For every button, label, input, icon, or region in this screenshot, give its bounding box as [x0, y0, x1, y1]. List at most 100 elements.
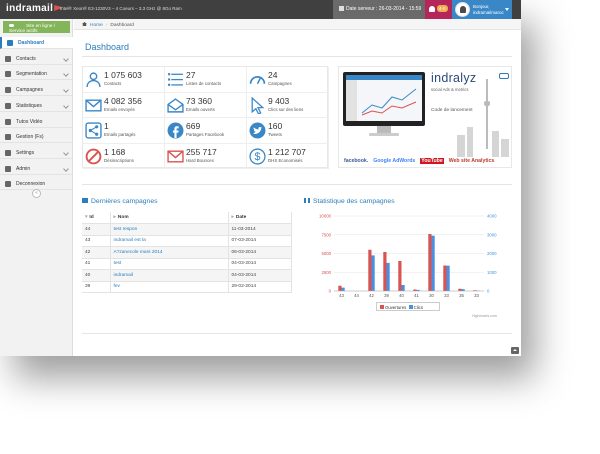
- stat-label: Clics sur des liens: [268, 106, 304, 112]
- y-tick-right: 0: [487, 289, 490, 294]
- cell-name-link[interactable]: test: [110, 258, 229, 270]
- table-row[interactable]: 42 A?zanecole mars 2014 06-03-2014: [82, 246, 292, 259]
- stat-value: 4 082 356: [104, 95, 142, 106]
- bar-clics: [371, 255, 375, 291]
- sidebar-item-segmentation[interactable]: Segmentation: [0, 68, 73, 81]
- column-id[interactable]: ▾ Id: [82, 212, 111, 224]
- cell-id: 43: [82, 235, 111, 247]
- stat-emails-ouverts[interactable]: 73 360 Emails ouverts: [165, 92, 247, 118]
- divider: [82, 333, 512, 334]
- stat-value: 1 212 707: [268, 146, 306, 157]
- user-menu[interactable]: Bonjour, indramailmaroc: [452, 0, 512, 19]
- sidebar-item-campagnes[interactable]: Campagnes: [0, 84, 73, 97]
- share-icon: [85, 122, 102, 139]
- site-status-badge[interactable]: Site en ligne / Service actifs: [3, 21, 70, 34]
- promo-brand: indralyz: [431, 71, 477, 85]
- app-window: indramail Intel® Xeon® E3-1230V3 – 4 Coe…: [0, 0, 521, 356]
- top-navbar: indramail Intel® Xeon® E3-1230V3 – 4 Coe…: [0, 0, 521, 19]
- stat-value: 73 360: [186, 95, 212, 106]
- cell-name-link[interactable]: A?zanecole mars 2014: [110, 246, 229, 259]
- sidebar-item-dashboard[interactable]: Dashboard: [0, 37, 73, 49]
- table-row[interactable]: 43 indramail est la 07-03-2014: [82, 235, 292, 247]
- stat-listes-de-contacts[interactable]: 27 Listes de contacts: [165, 67, 247, 93]
- table-row[interactable]: 44 test respon 11-03-2014: [82, 223, 292, 236]
- y-tick-right: 1000: [487, 270, 497, 275]
- stat-partages-facebook[interactable]: 669 Partages Facebook: [165, 118, 247, 144]
- stat-label: Partages Facebook: [186, 132, 225, 137]
- avatar: [455, 2, 470, 17]
- notifications-button[interactable]: 4-0: [425, 0, 452, 19]
- breadcrumb-current: Dashboard: [110, 23, 134, 28]
- list-icon: [168, 73, 183, 86]
- page-title: Dashboard: [85, 42, 130, 52]
- x-tick-label: 40: [399, 293, 404, 298]
- server-date: Date serveur : 26-03-2014 - 15:59: [333, 0, 425, 19]
- cell-date: 04-03-2014: [228, 258, 292, 270]
- cell-name-link[interactable]: indramail: [110, 269, 229, 282]
- promo-launch-text: Code de lancement: [431, 108, 473, 113]
- file-icon: [5, 134, 11, 141]
- chart-credit[interactable]: Highcharts.com: [472, 314, 497, 318]
- user-icon: [5, 55, 11, 62]
- pointer-icon: [251, 96, 265, 114]
- stat-value: 1 075 603: [104, 70, 142, 80]
- stat-contacts[interactable]: 1 075 603 Contacts: [83, 67, 165, 93]
- stat-label: Listes de contacts: [186, 81, 222, 86]
- indralyz-promo-banner[interactable]: indralyz social Ads & metrics Code de la…: [338, 66, 512, 168]
- y-tick-left: 10000: [319, 214, 332, 219]
- bar-clics: [401, 285, 405, 291]
- facebook-icon: [167, 122, 184, 139]
- bar-clics: [446, 265, 450, 291]
- sidebar-item-statistiques[interactable]: Statistiques: [0, 100, 73, 112]
- table-row[interactable]: 39 fev 29-02-2014: [82, 281, 292, 293]
- sidebar-item-label: Dashboard: [18, 40, 45, 46]
- cell-name-link[interactable]: fev: [110, 281, 229, 293]
- column-name[interactable]: ▸ Nom: [110, 212, 229, 224]
- sort-icon: ▸: [113, 215, 116, 220]
- bar-chart-icon: [5, 102, 11, 109]
- bell-icon: [429, 5, 435, 12]
- y-tick-right: 2000: [487, 251, 497, 256]
- sidebar-item-label: Statistiques: [16, 102, 42, 109]
- cell-id: 44: [82, 223, 111, 236]
- power-icon: [5, 181, 11, 188]
- sidebar-item-settings[interactable]: Settings: [0, 147, 73, 159]
- y-tick-left: 0: [329, 289, 332, 294]
- stat-campagnes[interactable]: 24 Campagnes: [247, 67, 329, 93]
- table-row[interactable]: 41 test 04-03-2014: [82, 258, 292, 270]
- sidebar-item-tutos-vid-o[interactable]: Tutos Vidéo: [0, 116, 73, 128]
- logo-text: indramail: [6, 3, 54, 14]
- x-tick-label: 43: [339, 293, 344, 298]
- sidebar-item-admin[interactable]: Admin: [0, 163, 73, 175]
- y-tick-right: 3000: [487, 232, 497, 237]
- sidebar-item-label: Contacts: [16, 55, 36, 62]
- scroll-to-top-button[interactable]: [511, 347, 519, 354]
- monitor-screen: [346, 75, 422, 121]
- stat-emails-partag-s[interactable]: 1 Emails partagés: [83, 118, 165, 144]
- segments-icon: [5, 71, 11, 78]
- cell-name-link[interactable]: test respon: [110, 223, 229, 236]
- stat-hard-bounces[interactable]: 255 717 Hard Bounces: [165, 143, 247, 169]
- divider: [82, 56, 512, 57]
- stat-d-sinscriptions[interactable]: 1 168 Désinscriptions: [83, 143, 165, 169]
- column-date[interactable]: ▸ Date: [228, 212, 292, 224]
- sidebar-item-gestion-fs-[interactable]: Gestion (Fs): [0, 131, 73, 144]
- promo-tagline: social Ads & metrics: [431, 87, 469, 92]
- chart-section-title: Statistique des campagnes: [304, 198, 395, 205]
- logo[interactable]: indramail: [6, 3, 64, 14]
- stat-dhs-economis-s[interactable]: $1 212 707 DHS Economisés: [247, 143, 329, 169]
- table-row[interactable]: 40 indramail 04-03-2014: [82, 269, 292, 282]
- legend-label-ouvertures[interactable]: Ouvertures: [385, 305, 406, 310]
- divider: [82, 184, 512, 185]
- breadcrumb: Home › Dashboard: [74, 19, 521, 30]
- stat-clics-sur-des-liens[interactable]: 9 403 Clics sur des liens: [247, 92, 329, 118]
- sidebar-item-contacts[interactable]: Contacts: [0, 53, 73, 65]
- sidebar-collapse-button[interactable]: «: [32, 189, 41, 198]
- legend-label-clics[interactable]: Clics: [414, 305, 423, 310]
- stat-emails-envoy-s[interactable]: 4 082 356 Emails envoyés: [83, 92, 165, 118]
- breadcrumb-home[interactable]: Home: [90, 23, 103, 28]
- user-name: indramailmaroc: [473, 9, 504, 15]
- cell-name-link[interactable]: indramail est la: [110, 235, 229, 247]
- envelope-icon: [85, 98, 102, 112]
- stat-tweets[interactable]: 160 Tweets: [247, 118, 329, 144]
